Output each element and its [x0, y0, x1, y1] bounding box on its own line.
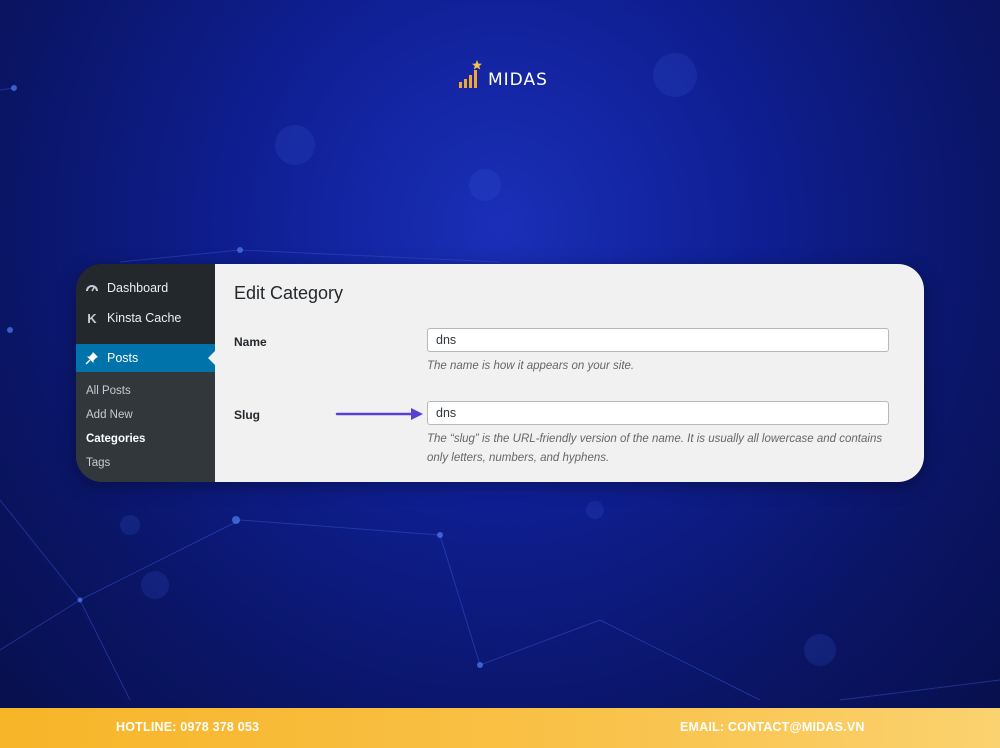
page-title: Edit Category — [234, 283, 344, 303]
sidebar-item-posts[interactable]: Posts — [76, 344, 215, 372]
contact-footer: HOTLINE: 0978 378 053 EMAIL: CONTACT@MID… — [0, 708, 1000, 748]
sidebar-item-kinsta-cache[interactable]: K Kinsta Cache — [76, 304, 215, 332]
kinsta-icon: K — [87, 310, 97, 326]
sidebar-item-label: Dashboard — [107, 281, 169, 295]
bar-chart-star-icon — [459, 60, 482, 88]
sidebar-item-label: Posts — [107, 351, 139, 365]
slug-description: The “slug” is the URL-friendly version o… — [427, 433, 883, 464]
name-input[interactable] — [427, 328, 889, 352]
name-description: The name is how it appears on your site. — [427, 360, 635, 372]
dashboard-icon — [85, 281, 99, 295]
name-label: Name — [234, 335, 267, 349]
hotline-text: HOTLINE: 0978 378 053 — [116, 720, 260, 734]
submenu-item-all-posts[interactable]: All Posts — [86, 385, 131, 397]
sidebar-item-label: Kinsta Cache — [107, 311, 182, 325]
submenu-item-tags[interactable]: Tags — [86, 457, 110, 469]
active-indicator — [208, 351, 215, 365]
edit-category-form: Edit Category Name The name is how it ap… — [215, 264, 924, 482]
slug-input[interactable] — [427, 401, 889, 425]
wordpress-edit-category-panel: Dashboard K Kinsta Cache Posts All Posts… — [76, 264, 924, 482]
submenu-item-add-new[interactable]: Add New — [86, 409, 133, 421]
email-text: EMAIL: CONTACT@MIDAS.VN — [680, 720, 865, 734]
admin-sidebar: Dashboard K Kinsta Cache Posts All Posts… — [76, 264, 215, 482]
sidebar-item-dashboard[interactable]: Dashboard — [76, 274, 215, 302]
posts-submenu: All Posts Add New Categories Tags — [76, 372, 215, 482]
submenu-item-categories[interactable]: Categories — [86, 433, 145, 445]
arrow-right-icon — [335, 408, 423, 420]
midas-logo: MIDAS — [458, 60, 548, 90]
slug-label: Slug — [234, 408, 260, 422]
pin-icon — [85, 351, 99, 365]
brand-name: MIDAS — [488, 70, 548, 90]
